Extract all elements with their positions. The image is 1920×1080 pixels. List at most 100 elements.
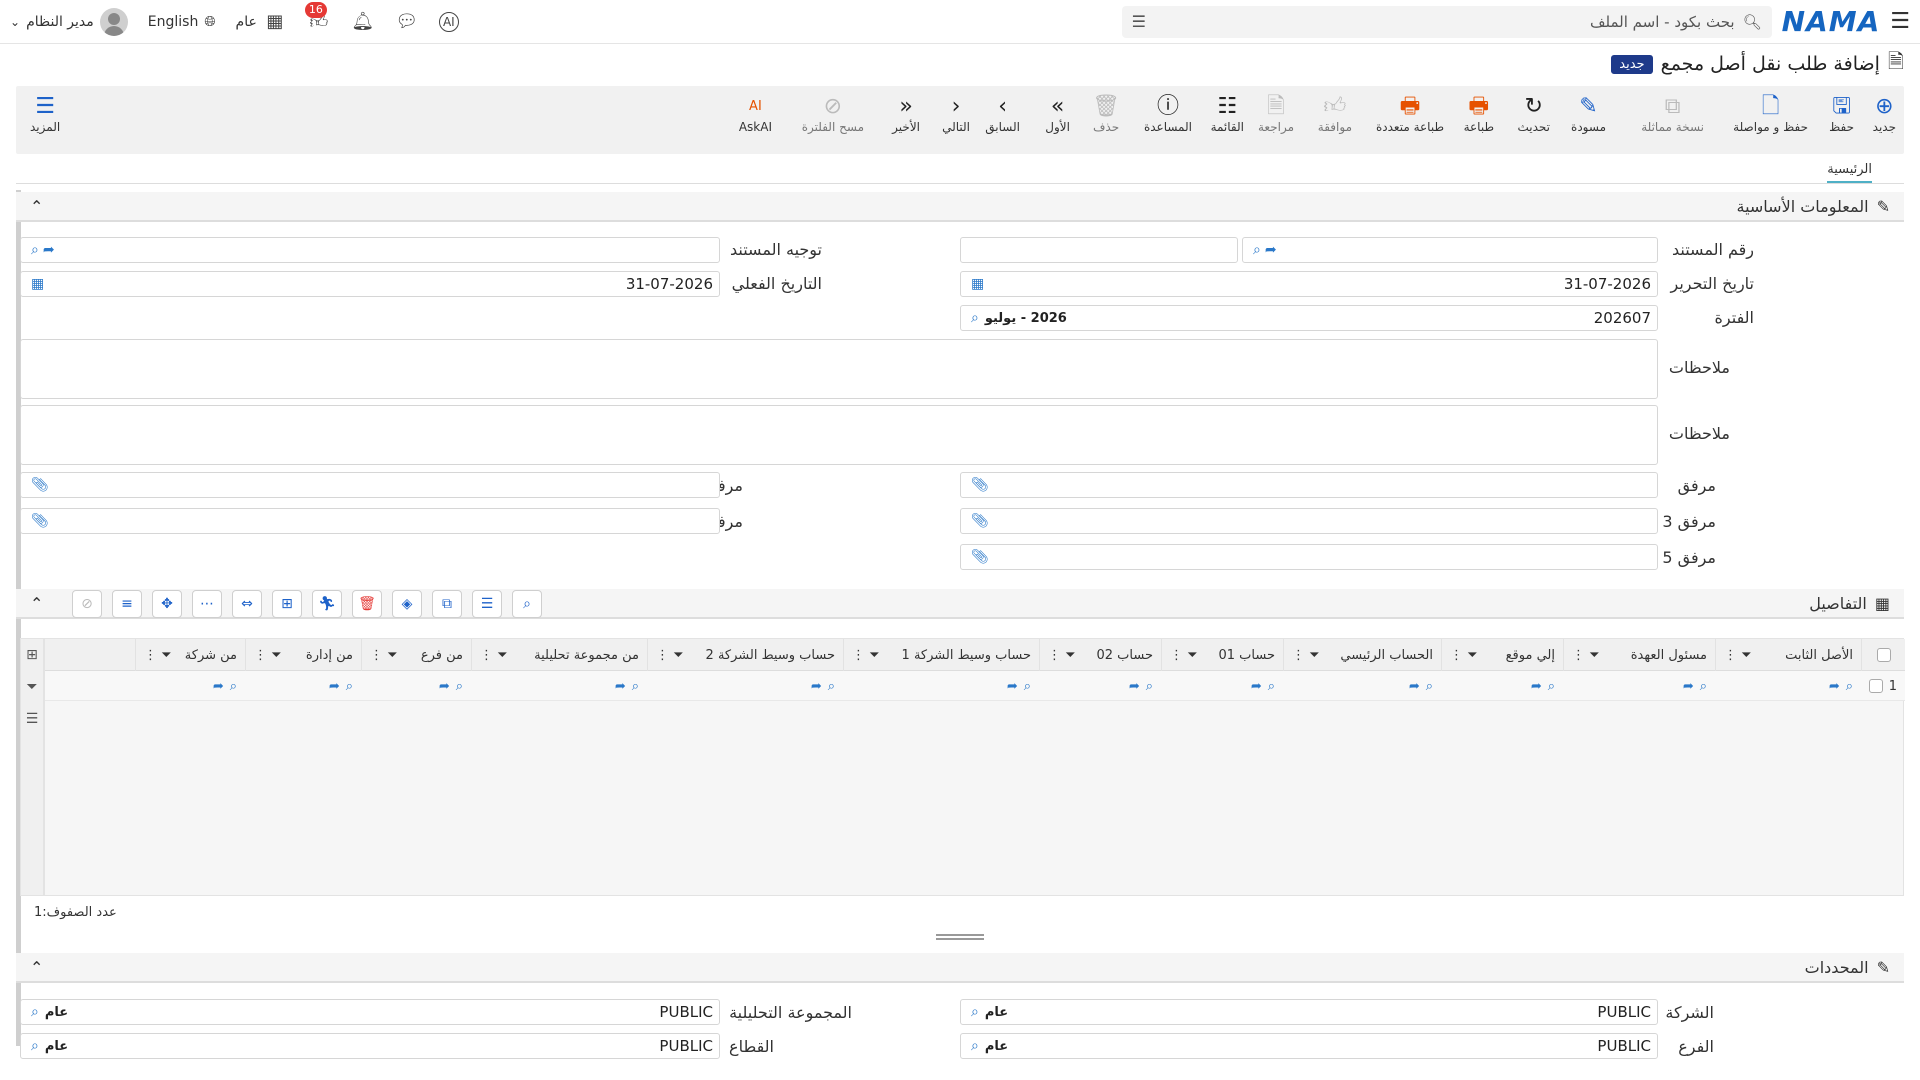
layers-icon[interactable]: ◈: [392, 590, 422, 618]
user-menu[interactable]: ⌄ مدير النظام: [10, 7, 128, 36]
ai-icon[interactable]: AI: [438, 11, 459, 32]
print-button[interactable]: 🖶︎ طباعة: [1464, 94, 1494, 134]
lookup-icon[interactable]: ⌕: [828, 679, 835, 694]
actual-date-field[interactable]: 31-07-2026 ▦: [20, 271, 720, 297]
lookup-icon[interactable]: ⌕: [1846, 679, 1853, 694]
basic-info-header[interactable]: ✎ المعلومات الأساسية ⌃: [16, 192, 1904, 222]
thumbs-up-icon[interactable]: 👍︎ 16: [304, 1, 331, 34]
lookup-icon[interactable]: ⌕: [1146, 679, 1153, 694]
lookup-icon[interactable]: ⌕: [1268, 679, 1275, 694]
tab-main[interactable]: الرئيسية: [1827, 162, 1872, 183]
doc-number-field[interactable]: ➦ ⌕: [1242, 237, 1658, 263]
doc-number-aux-field[interactable]: [960, 237, 1238, 263]
filter-icon[interactable]: ≡: [112, 590, 142, 618]
delete-row-icon[interactable]: 🗑︎: [352, 590, 382, 618]
branch-field[interactable]: PUBLIC عام ⌕: [960, 1033, 1658, 1059]
collapse-icon[interactable]: ⌃: [30, 594, 43, 613]
share-icon[interactable]: ➦: [1409, 679, 1420, 694]
delete-button[interactable]: 🗑︎ حذف: [1092, 94, 1120, 134]
lookup-icon[interactable]: ⌕: [31, 242, 39, 258]
collapse-icon[interactable]: ⌃: [30, 958, 43, 977]
bell-icon[interactable]: 🔔︎: [351, 10, 375, 34]
refresh-button[interactable]: ↻ تحديث: [1517, 94, 1550, 134]
lookup-icon[interactable]: ⌕: [971, 1038, 979, 1054]
share-icon[interactable]: ➦: [811, 679, 822, 694]
sector-field[interactable]: PUBLIC عام ⌕: [20, 1033, 720, 1059]
col-main-account[interactable]: الحساب الرئيسي ⏷ ⋮: [1283, 639, 1441, 671]
col-account-02[interactable]: حساب 02 ⏷ ⋮: [1039, 639, 1161, 671]
resize-handle[interactable]: [936, 934, 984, 940]
company-field[interactable]: PUBLIC عام ⌕: [960, 999, 1658, 1025]
approve-button[interactable]: 👍︎ موافقة: [1318, 94, 1352, 134]
col-from-company[interactable]: من شركة ⏷ ⋮: [135, 639, 245, 671]
notes-textarea[interactable]: [20, 339, 1658, 399]
cell-account-02[interactable]: ⌕ ➦: [1121, 671, 1161, 701]
chat-icon[interactable]: 💬︎: [395, 10, 419, 34]
lookup-icon[interactable]: ⌕: [1548, 679, 1555, 694]
dots-grid-icon[interactable]: ⋯: [192, 590, 222, 618]
share-icon[interactable]: ➦: [329, 679, 340, 694]
share-icon[interactable]: ➦: [213, 679, 224, 694]
paperclip-icon[interactable]: 📎︎: [971, 513, 989, 529]
lookup-icon[interactable]: ⌕: [456, 679, 463, 694]
language-switch[interactable]: English 🌐︎: [148, 14, 216, 30]
cell-from-analytic-group[interactable]: ⌕ ➦: [607, 671, 647, 701]
lookup-icon[interactable]: ⌕: [1024, 679, 1031, 694]
edit-date-field[interactable]: 31-07-2026 ▦: [960, 271, 1658, 297]
share-icon[interactable]: ➦: [439, 679, 450, 694]
share-icon[interactable]: ➦: [1251, 679, 1262, 694]
col-intercompany-2[interactable]: حساب وسيط الشركة 2 ⏷ ⋮: [647, 639, 843, 671]
table-icon[interactable]: ⊞: [272, 590, 302, 618]
askai-button[interactable]: AI AskAI: [739, 94, 772, 134]
save-button[interactable]: 🖫︎ حفظ: [1829, 94, 1854, 134]
context-switch[interactable]: عام ▦: [236, 10, 287, 34]
list-button[interactable]: ☷ القائمة: [1211, 94, 1244, 134]
lookup-icon[interactable]: ⌕: [31, 1004, 39, 1020]
lookup-icon[interactable]: ⌕: [1426, 679, 1433, 694]
select-all-checkbox[interactable]: [1876, 648, 1891, 662]
share-icon[interactable]: ➦: [1531, 679, 1542, 694]
paperclip-icon[interactable]: 📎︎: [971, 477, 989, 493]
lookup-icon[interactable]: ⌕: [346, 679, 353, 694]
cell-main-account[interactable]: ⌕ ➦: [1401, 671, 1441, 701]
filter-icon[interactable]: ⏷: [26, 679, 37, 695]
notes2-textarea[interactable]: [20, 405, 1658, 465]
cell-fixed-asset[interactable]: ⌕ ➦: [1821, 671, 1861, 701]
runner-icon[interactable]: 🏃︎: [312, 590, 342, 618]
cell-from-company[interactable]: ⌕ ➦: [205, 671, 245, 701]
save-continue-button[interactable]: 🗋︎ حفظ و مواصلة: [1733, 94, 1808, 134]
duplicate-button[interactable]: ⧉ نسخة مماثلة: [1641, 94, 1704, 134]
table-row[interactable]: 1 ⌕ ➦ ⌕ ➦ ⌕ ➦ ⌕ ➦ ⌕ ➦ ⌕ ➦ ⌕ ➦ ⌕ ➦ ⌕ ➦ ⌕ ➦ ⌕ ➦ ⌕ ➦: [45, 671, 1905, 701]
dimensions-header[interactable]: ✎ المحددات ⌃: [16, 953, 1904, 983]
lookup-icon[interactable]: ⌕: [1253, 242, 1261, 258]
cell-to-location[interactable]: ⌕ ➦: [1523, 671, 1563, 701]
first-button[interactable]: » الأول: [1045, 94, 1070, 134]
review-button[interactable]: 🗎︎ مراجعة: [1258, 94, 1294, 134]
share-icon[interactable]: ➦: [1829, 679, 1840, 694]
attachment2-field[interactable]: 📎︎: [20, 472, 720, 498]
attachment3-field[interactable]: 📎︎: [960, 508, 1658, 534]
menu-icon[interactable]: ☰: [1890, 9, 1910, 34]
col-account-01[interactable]: حساب 01 ⏷ ⋮: [1161, 639, 1283, 671]
draft-button[interactable]: ✎ مسودة: [1571, 94, 1606, 134]
period-field[interactable]: 202607 2026 - يوليو ⌕: [960, 305, 1658, 331]
doc-direction-field[interactable]: ➦ ⌕: [20, 237, 720, 263]
lookup-icon[interactable]: ⌕: [971, 310, 979, 326]
new-button[interactable]: ⊕ جديد: [1873, 94, 1896, 134]
copy-row-icon[interactable]: ⧉: [432, 590, 462, 618]
share-icon[interactable]: ➦: [1129, 679, 1140, 694]
help-button[interactable]: ⓘ المساعدة: [1144, 94, 1192, 134]
analytic-group-field[interactable]: PUBLIC عام ⌕: [20, 999, 720, 1025]
clear-filter-button[interactable]: ⊘ مسح الفلترة: [802, 94, 864, 134]
search-input[interactable]: 🔍︎ بحث بكود - اسم الملف ☰: [1121, 5, 1772, 38]
col-from-analytic-group[interactable]: من مجموعة تحليلية ⏷ ⋮: [471, 639, 647, 671]
last-button[interactable]: «الأخير: [892, 94, 920, 134]
share-icon[interactable]: ➦: [615, 679, 626, 694]
cell-from-branch[interactable]: ⌕ ➦: [431, 671, 471, 701]
col-from-department[interactable]: من إدارة ⏷ ⋮: [245, 639, 361, 671]
lookup-icon[interactable]: ⌕: [1700, 679, 1707, 694]
row-checkbox[interactable]: [1869, 679, 1883, 693]
lookup-icon[interactable]: ⌕: [31, 1038, 39, 1054]
col-custodian[interactable]: مسئول العهدة ⏷ ⋮: [1563, 639, 1715, 671]
col-intercompany-1[interactable]: حساب وسيط الشركة 1 ⏷ ⋮: [843, 639, 1039, 671]
